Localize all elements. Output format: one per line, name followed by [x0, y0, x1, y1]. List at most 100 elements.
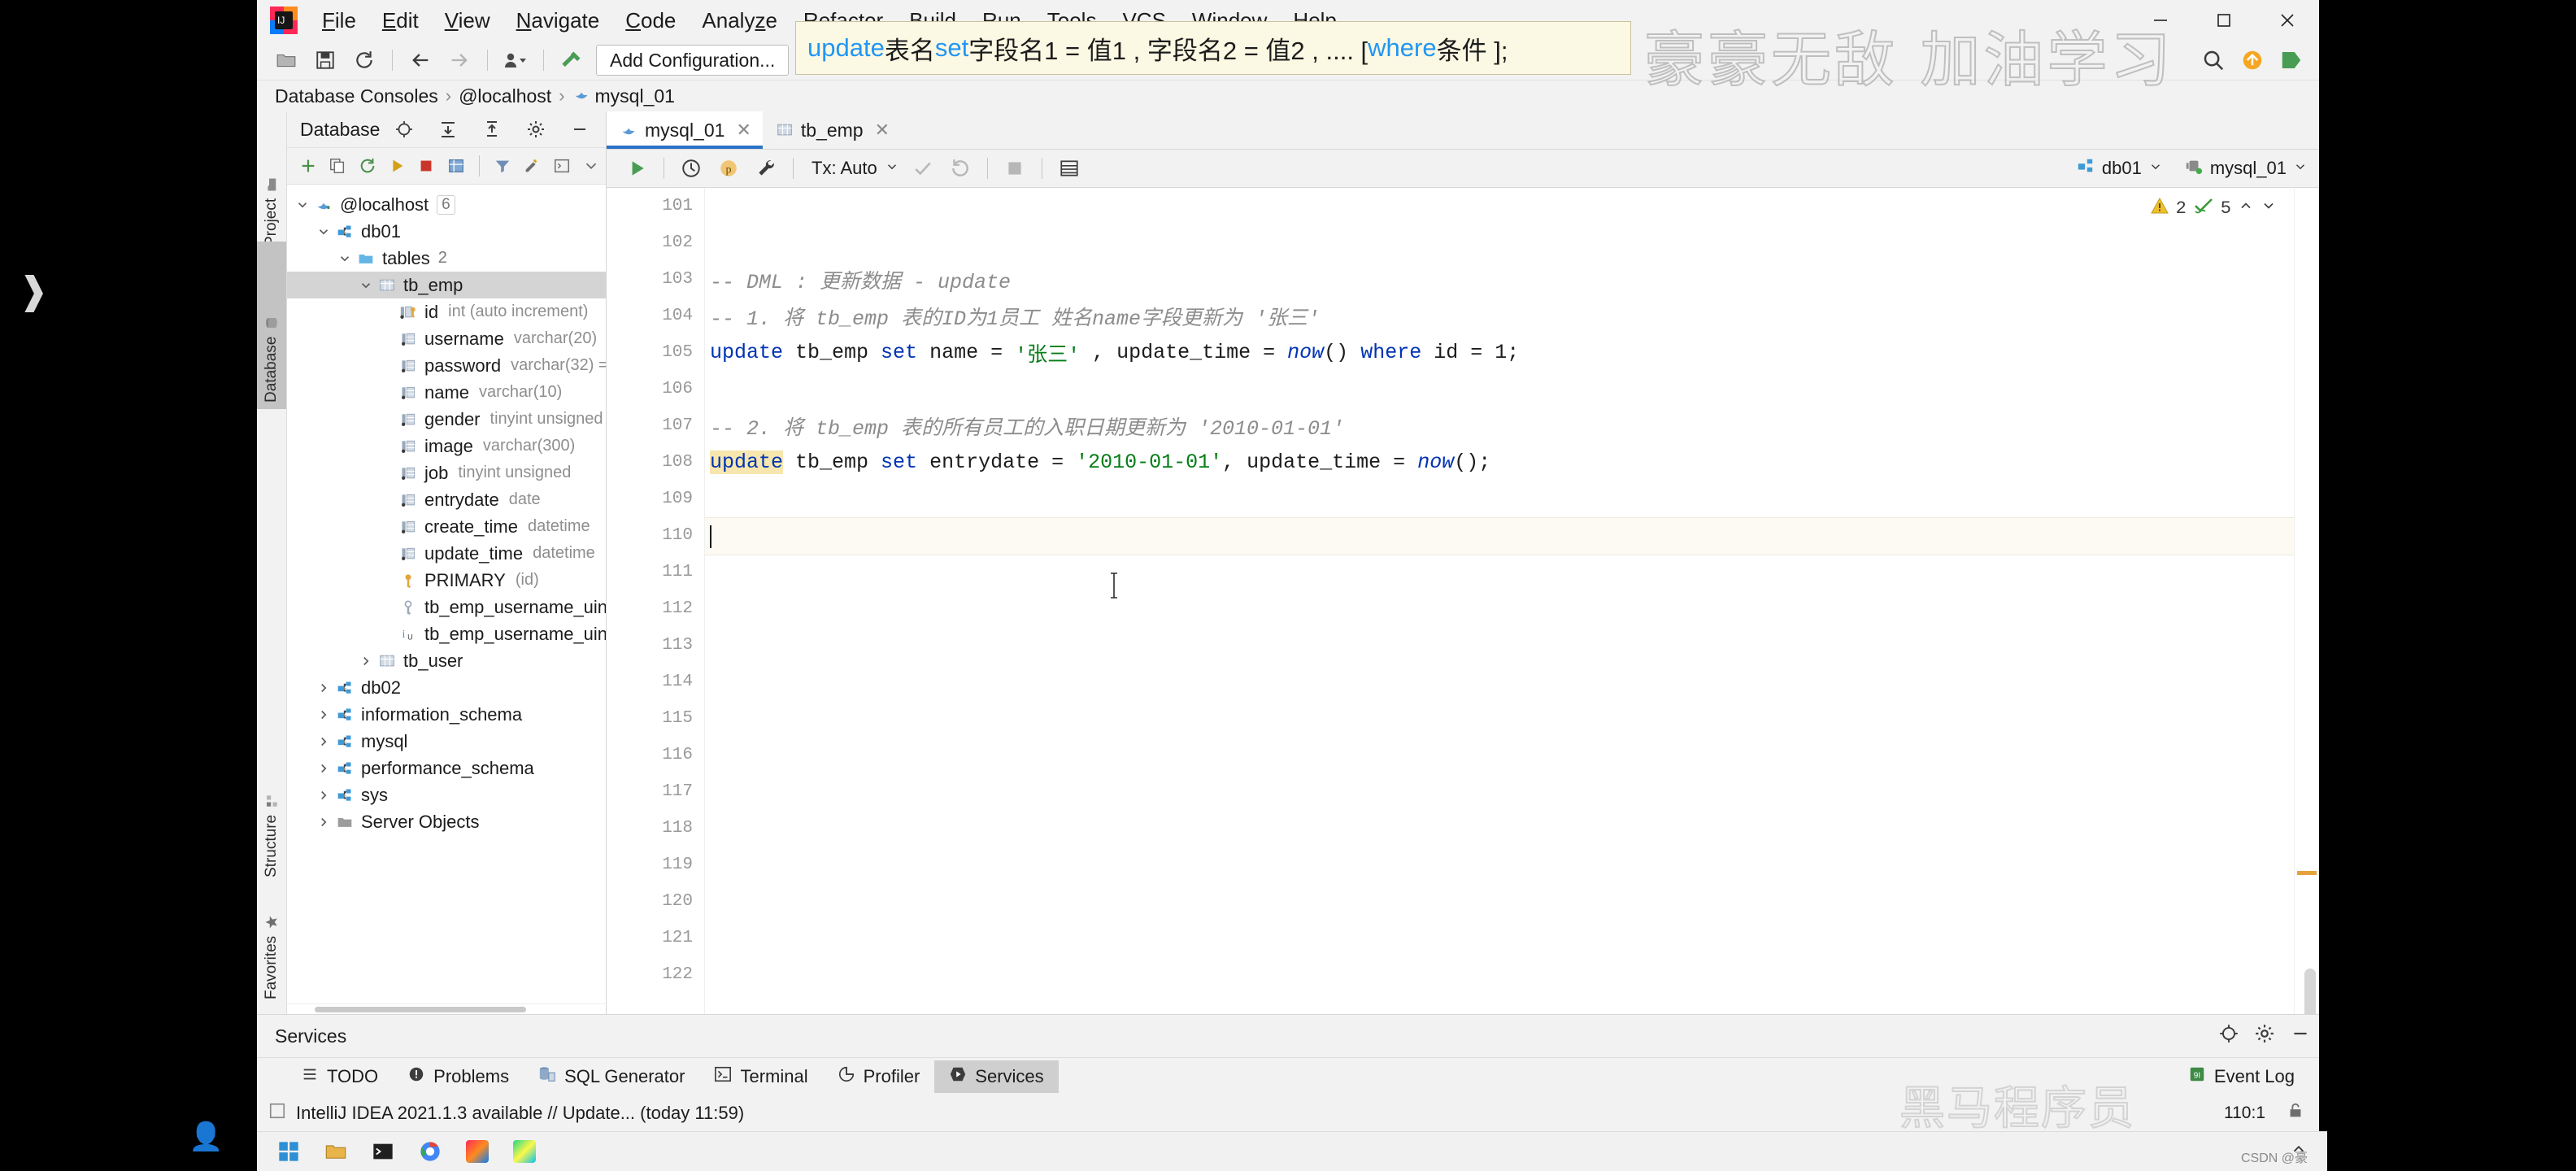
schema-selector[interactable]: db01: [2076, 157, 2163, 180]
lock-icon[interactable]: [2287, 1102, 2304, 1125]
code-line[interactable]: [705, 371, 2319, 407]
tool-button-sql-generator[interactable]: SQL Generator: [524, 1060, 699, 1093]
inspection-widget[interactable]: 2 5: [2150, 196, 2277, 221]
line-number[interactable]: 116: [607, 737, 704, 773]
line-number[interactable]: 102: [607, 224, 704, 261]
chevron-down-icon[interactable]: [292, 198, 313, 212]
close-button[interactable]: [2256, 0, 2319, 41]
close-icon[interactable]: ✕: [875, 120, 890, 141]
line-number[interactable]: 108: [607, 444, 725, 481]
run-icon[interactable]: [621, 154, 652, 183]
expand-all-icon[interactable]: [431, 113, 465, 146]
search-icon[interactable]: [2196, 44, 2230, 76]
close-icon[interactable]: ✕: [736, 120, 751, 141]
line-number[interactable]: 110: [607, 517, 704, 554]
chevron-down-icon[interactable]: [355, 278, 376, 293]
code-line[interactable]: -- 1. 将 tb_emp 表的ID为1员工 姓名name字段更新为 '张三': [705, 298, 2319, 334]
rollback-icon[interactable]: [945, 154, 976, 183]
tree-node-tb_emp_username_uind[interactable]: i Utb_emp_username_uind: [287, 620, 607, 647]
tree-horizontal-scrollbar[interactable]: [287, 1003, 606, 1014]
code-line[interactable]: [705, 481, 2319, 517]
datasource-selector[interactable]: mysql_01: [2184, 157, 2308, 180]
tree-node-update_time[interactable]: update_time datetime: [287, 540, 606, 567]
code-line[interactable]: [705, 958, 2319, 995]
code-line[interactable]: [705, 921, 2319, 958]
line-number[interactable]: 106: [607, 371, 704, 407]
line-number[interactable]: 121: [607, 920, 704, 956]
tool-button-todo[interactable]: TODO: [286, 1060, 393, 1093]
console-icon[interactable]: [548, 152, 574, 180]
terminal-icon[interactable]: [359, 1134, 407, 1169]
collapse-all-icon[interactable]: [475, 113, 509, 146]
chevron-right-icon[interactable]: [313, 788, 334, 803]
tree-node-primary[interactable]: PRIMARY (id): [287, 567, 606, 594]
tree-node-name[interactable]: name varchar(10): [287, 379, 606, 406]
tree-node-information_schema[interactable]: information_schema: [287, 701, 606, 728]
line-number[interactable]: 104: [607, 298, 704, 334]
chevron-right-icon[interactable]: [313, 734, 334, 749]
tree-node-mysql[interactable]: mysql: [287, 728, 606, 755]
tab-tb_emp[interactable]: tb_emp ✕: [763, 111, 901, 149]
tree-node-username[interactable]: username varchar(20): [287, 325, 606, 352]
line-number[interactable]: 107: [607, 407, 704, 444]
tree-node-entrydate[interactable]: entrydate date: [287, 486, 606, 513]
chevron-up-icon[interactable]: [2238, 198, 2254, 220]
event-log-button[interactable]: 9I Event Log: [2174, 1060, 2309, 1093]
sidebar-item-database[interactable]: Database: [257, 242, 286, 409]
build-hammer-icon[interactable]: [555, 44, 589, 76]
edit-icon[interactable]: [519, 152, 545, 180]
locate-icon[interactable]: [387, 113, 421, 146]
history-icon[interactable]: [676, 154, 707, 183]
line-number[interactable]: 120: [607, 883, 704, 920]
file-explorer-icon[interactable]: [312, 1134, 359, 1169]
code-editor[interactable]: 101 102 103 104 105 106 107 108 109 110 111 112 113 1…: [607, 188, 2319, 1014]
gear-icon[interactable]: [519, 113, 553, 146]
menu-code[interactable]: Code: [612, 5, 689, 37]
code-line[interactable]: [705, 188, 2319, 224]
tree-node-id[interactable]: id int (auto increment): [287, 298, 606, 325]
code-lines[interactable]: 2 5 -- DML : 更新数据 - update -- 1. 将 tb_em…: [705, 188, 2319, 1014]
back-arrow-icon[interactable]: [403, 44, 437, 76]
database-tree[interactable]: @localhost 6 db01 tables 2 tb_emp id int (auto …: [287, 185, 606, 1003]
line-number[interactable]: 117: [607, 773, 704, 810]
tool-button-problems[interactable]: Problems: [393, 1060, 524, 1093]
code-line[interactable]: [705, 555, 2319, 592]
tree-node-serverobjects[interactable]: Server Objects: [287, 808, 606, 835]
parameters-icon[interactable]: p: [713, 154, 744, 183]
tree-node-tb_emp[interactable]: tb_emp: [287, 272, 606, 298]
expand-arrow-icon[interactable]: ❱: [18, 268, 50, 312]
chevron-right-icon[interactable]: [313, 761, 334, 776]
tree-node-db02[interactable]: db02: [287, 674, 606, 701]
chevron-right-icon[interactable]: [313, 681, 334, 695]
caret-position[interactable]: 110:1: [2224, 1104, 2265, 1123]
locate-icon[interactable]: [2218, 1023, 2239, 1049]
tree-node-tb_emp_username_uind[interactable]: tb_emp_username_uind: [287, 594, 606, 620]
hide-icon[interactable]: [563, 113, 597, 146]
forward-arrow-icon[interactable]: [442, 44, 476, 76]
chevron-right-icon[interactable]: [313, 707, 334, 722]
open-folder-icon[interactable]: [269, 44, 303, 76]
line-number[interactable]: 122: [607, 956, 704, 993]
table-icon[interactable]: [443, 152, 469, 180]
minimize-button[interactable]: [2129, 0, 2192, 41]
line-number[interactable]: 118: [607, 810, 704, 847]
sidebar-item-favorites[interactable]: Favorites: [257, 871, 286, 1006]
line-number-gutter[interactable]: 101 102 103 104 105 106 107 108 109 110 111 112 113 1…: [607, 188, 725, 1014]
breadcrumb-item-2[interactable]: mysql_01: [595, 85, 675, 107]
code-line[interactable]: [705, 702, 2319, 738]
code-line[interactable]: [705, 224, 2319, 261]
code-line[interactable]: [705, 848, 2319, 885]
line-number[interactable]: 114: [607, 664, 704, 700]
tree-node-tables[interactable]: tables 2: [287, 245, 606, 272]
chevron-down-icon[interactable]: [334, 251, 355, 266]
line-number[interactable]: 103: [607, 261, 704, 298]
chevron-down-icon[interactable]: [313, 224, 334, 239]
menu-file[interactable]: File: [309, 5, 369, 37]
commit-check-icon[interactable]: [907, 154, 938, 183]
chevron-right-icon[interactable]: [355, 654, 376, 668]
tool-button-terminal[interactable]: Terminal: [699, 1060, 822, 1093]
ide-icon[interactable]: [2274, 44, 2308, 76]
user-profile-icon[interactable]: [498, 44, 533, 76]
updates-icon[interactable]: [2235, 44, 2269, 76]
editor-scrollbar[interactable]: [2294, 188, 2319, 1014]
